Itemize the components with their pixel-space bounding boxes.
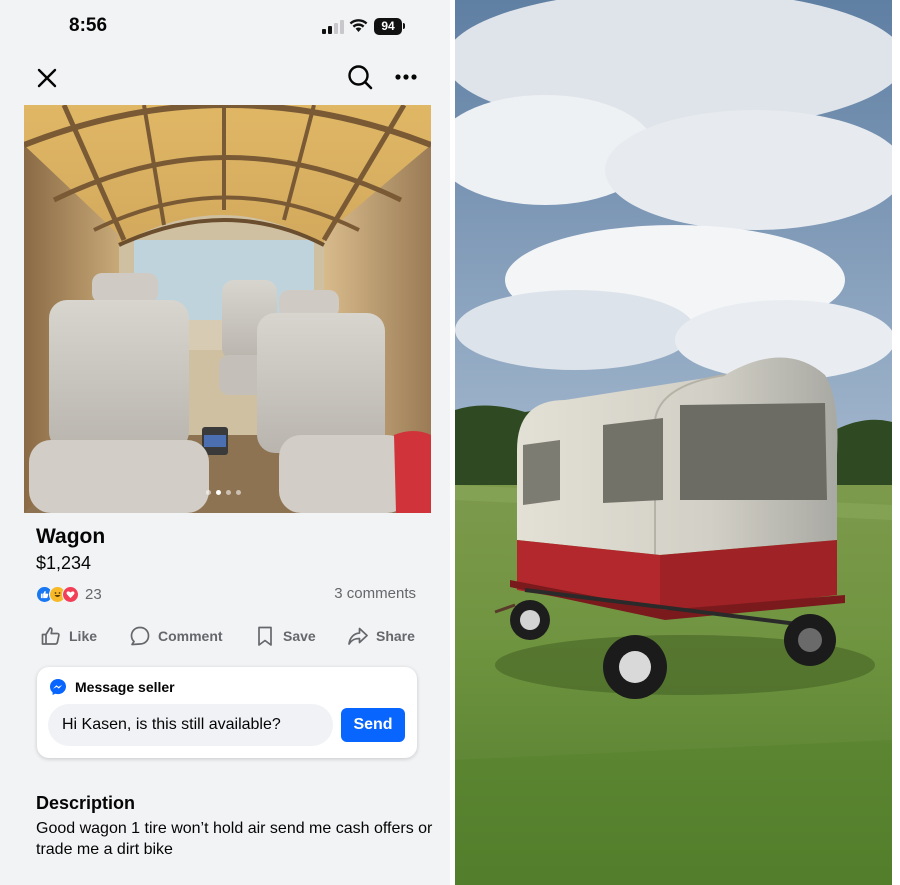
screenshot: 8:56 94 Wagon $1,234 23 3 comments Like …	[0, 0, 900, 885]
listing-photo[interactable]	[24, 105, 431, 513]
reactions-summary[interactable]: 23	[36, 584, 102, 604]
action-bar: Like Comment Save Share	[0, 622, 450, 650]
message-input[interactable]	[48, 704, 333, 746]
battery-nub	[403, 23, 405, 29]
send-button[interactable]: Send	[341, 708, 405, 742]
message-seller-header: Message seller	[49, 678, 175, 696]
pagination-dot	[226, 490, 231, 495]
thumbs-up-icon	[41, 627, 60, 645]
description-text: Good wagon 1 tire won’t hold air send me…	[36, 820, 433, 858]
like-button[interactable]: Like	[40, 622, 97, 650]
more-icon[interactable]	[393, 67, 419, 87]
status-bar: 8:56 94	[0, 0, 450, 52]
wagon-interior-image	[24, 105, 431, 513]
comment-label: Comment	[158, 628, 223, 644]
reaction-count: 23	[85, 585, 102, 603]
love-reaction-icon	[62, 585, 79, 603]
close-icon[interactable]	[34, 65, 60, 91]
description-heading: Description	[36, 793, 136, 813]
top-bar	[0, 55, 450, 99]
pagination-dot-active	[216, 490, 221, 495]
bookmark-icon	[258, 626, 272, 646]
save-button[interactable]: Save	[254, 622, 316, 650]
comments-count-link[interactable]: 3 comments	[334, 585, 416, 602]
save-label: Save	[283, 628, 316, 644]
wagon-exterior-image	[455, 0, 892, 885]
marketplace-listing-screen: 8:56 94 Wagon $1,234 23 3 comments Like …	[0, 0, 450, 885]
status-time: 8:56	[69, 15, 108, 36]
message-seller-title: Message seller	[75, 679, 175, 695]
battery-indicator: 94	[374, 18, 402, 35]
comment-button[interactable]: Comment	[129, 622, 223, 650]
photo-pagination	[206, 490, 241, 495]
pagination-dot	[206, 490, 211, 495]
like-label: Like	[69, 628, 98, 644]
listing-price: $1,234	[36, 553, 92, 573]
listing-title: Wagon	[36, 525, 106, 548]
share-button[interactable]: Share	[347, 622, 415, 650]
wagon-exterior-photo[interactable]	[455, 0, 892, 885]
search-icon[interactable]	[346, 63, 374, 91]
messenger-icon	[50, 679, 66, 695]
pagination-dot	[236, 490, 241, 495]
comment-bubble-icon	[130, 626, 150, 646]
wifi-icon	[349, 19, 368, 32]
message-seller-card: Message seller Send	[37, 667, 417, 758]
signal-icon	[322, 20, 344, 34]
share-arrow-icon	[348, 627, 368, 645]
share-label: Share	[376, 628, 415, 644]
